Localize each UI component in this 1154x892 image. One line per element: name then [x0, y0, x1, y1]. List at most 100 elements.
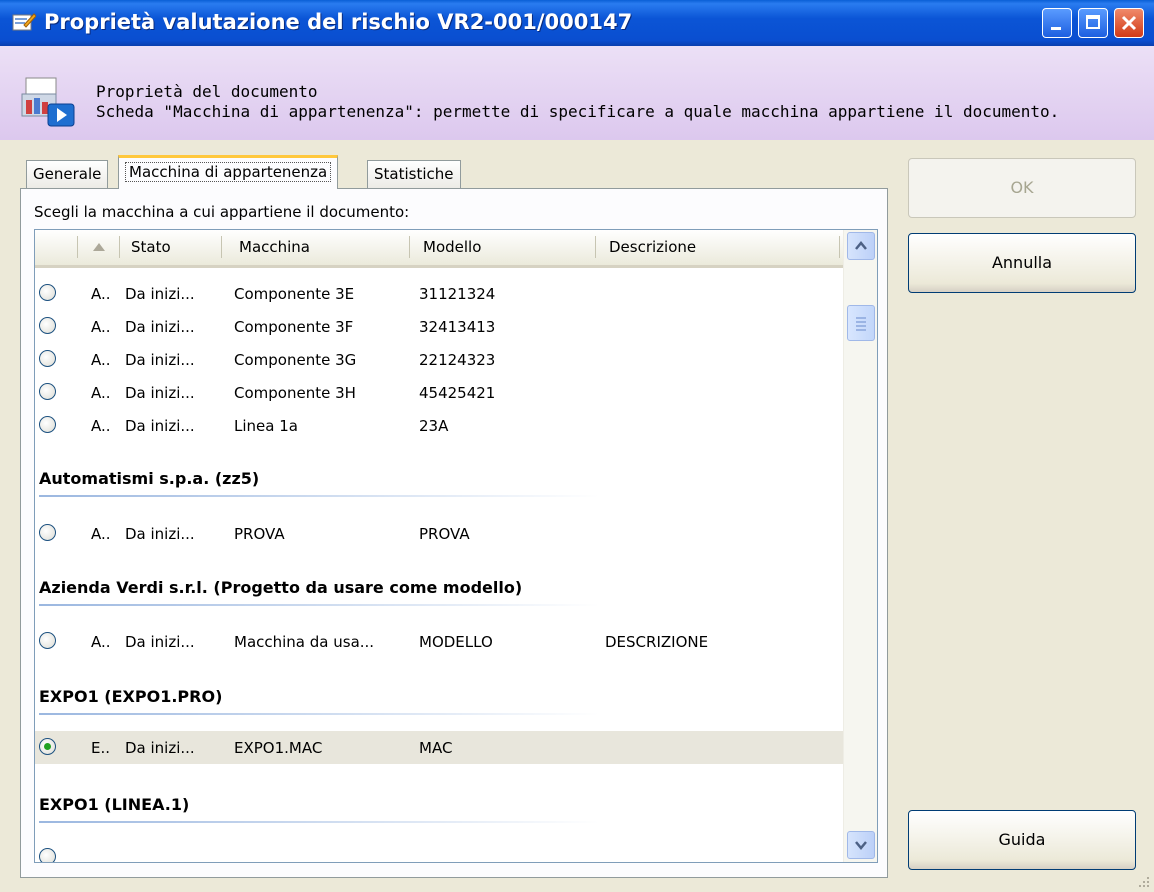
row-stato: Da inizi... [125, 318, 195, 336]
window-title: Proprietà valutazione del rischio VR2-00… [44, 10, 633, 34]
header-band: Proprietà del documento Scheda "Macchina… [0, 46, 1154, 140]
radio-button[interactable] [39, 524, 56, 541]
scroll-thumb[interactable] [847, 305, 875, 341]
tab-statistiche[interactable]: Statistiche [367, 160, 461, 188]
sort-ascending-icon[interactable] [93, 243, 105, 251]
ok-button[interactable]: OK [908, 158, 1136, 218]
row-stato: Da inizi... [125, 351, 195, 369]
row-modello: PROVA [419, 525, 470, 543]
help-button-label: Guida [998, 830, 1046, 849]
tab-generale[interactable]: Generale [26, 160, 109, 188]
row-modello: MODELLO [419, 633, 493, 651]
chevron-up-icon [855, 241, 867, 250]
list-item-selected[interactable]: E.. Da inizi... EXPO1.MAC MAC [35, 731, 843, 764]
row-stato: Da inizi... [125, 525, 195, 543]
list-group-header[interactable]: Automatismi s.p.a. (zz5) [35, 459, 843, 499]
list-group-header[interactable]: EXPO1 (LINEA.1) [35, 785, 843, 825]
radio-button[interactable] [39, 317, 56, 334]
machine-list[interactable]: Stato Macchina Modello Descrizione A.. D… [34, 229, 878, 863]
list-item[interactable]: A.. Da inizi... Linea 1a 23A [35, 409, 843, 442]
list-group-header[interactable]: Azienda Verdi s.r.l. (Progetto da usare … [35, 568, 843, 608]
column-header-macchina[interactable]: Macchina [239, 230, 310, 264]
column-separator [77, 236, 78, 258]
column-separator [595, 236, 596, 258]
group-title: Azienda Verdi s.r.l. (Progetto da usare … [39, 578, 523, 597]
maximize-button[interactable] [1078, 8, 1108, 38]
header-title: Proprietà del documento [96, 82, 318, 101]
vertical-scrollbar[interactable] [843, 230, 877, 862]
radio-button[interactable] [39, 284, 56, 301]
list-item[interactable]: A.. Da inizi... Componente 3G 22124323 [35, 343, 843, 376]
column-separator [409, 236, 410, 258]
row-macchina: Linea 1a [234, 417, 298, 435]
instruction-label: Scegli la macchina a cui appartiene il d… [34, 203, 410, 221]
close-button[interactable] [1114, 8, 1144, 38]
list-item[interactable]: A.. Da inizi... Componente 3F 32413413 [35, 310, 843, 343]
column-separator [119, 236, 120, 258]
document-properties-icon [21, 77, 75, 127]
row-modello: 31121324 [419, 285, 496, 303]
header-description: Scheda "Macchina di appartenenza": perme… [96, 102, 1060, 121]
row-code: E.. [91, 739, 111, 757]
row-code: A.. [91, 417, 111, 435]
resize-grip-icon[interactable] [1138, 876, 1150, 888]
column-header-modello[interactable]: Modello [423, 230, 481, 264]
row-stato: Da inizi... [125, 633, 195, 651]
close-icon [1121, 15, 1137, 31]
column-header-stato[interactable]: Stato [131, 230, 171, 264]
ok-button-label: OK [1010, 178, 1034, 197]
list-item[interactable]: A.. Da inizi... Componente 3H 45425421 [35, 376, 843, 409]
radio-button[interactable] [39, 383, 56, 400]
scroll-down-button[interactable] [847, 831, 875, 859]
list-item[interactable]: A.. Da inizi... Componente 3E 31121324 [35, 277, 843, 310]
list-header: Stato Macchina Modello Descrizione [35, 230, 843, 268]
column-separator [221, 236, 222, 258]
row-code: A.. [91, 384, 111, 402]
row-code: A.. [91, 351, 111, 369]
list-group-header[interactable]: EXPO1 (EXPO1.PRO) [35, 677, 843, 717]
chevron-down-icon [855, 841, 867, 850]
radio-button[interactable] [39, 416, 56, 433]
group-divider [39, 495, 599, 497]
scroll-up-button[interactable] [847, 232, 875, 260]
row-stato: Da inizi... [125, 384, 195, 402]
cancel-button-label: Annulla [991, 253, 1053, 272]
list-item[interactable]: A.. Da inizi... PROVA PROVA [35, 517, 843, 550]
radio-button-checked[interactable] [39, 738, 56, 755]
list-rows: A.. Da inizi... Componente 3E 31121324 A… [35, 268, 843, 862]
cancel-button[interactable]: Annulla [908, 233, 1136, 293]
row-macchina: Componente 3H [234, 384, 356, 402]
list-item[interactable]: A.. Da inizi... Macchina da usa... MODEL… [35, 625, 843, 658]
group-divider [39, 604, 599, 606]
list-item[interactable] [35, 841, 843, 862]
row-code: A.. [91, 318, 111, 336]
maximize-icon [1086, 15, 1100, 29]
tab-macchina-di-appartenenza[interactable]: Macchina di appartenenza [118, 155, 339, 189]
row-macchina: Componente 3G [234, 351, 357, 369]
row-code: A.. [91, 285, 111, 303]
row-code: A.. [91, 525, 111, 543]
minimize-icon [1051, 27, 1061, 30]
row-macchina: Componente 3F [234, 318, 354, 336]
row-code: A.. [91, 633, 111, 651]
group-divider [39, 821, 599, 823]
row-macchina: Componente 3E [234, 285, 355, 303]
tab-macchina-label: Macchina di appartenenza [125, 162, 332, 182]
help-button[interactable]: Guida [908, 810, 1136, 870]
column-header-descrizione[interactable]: Descrizione [609, 230, 696, 264]
group-divider [39, 713, 599, 715]
radio-button[interactable] [39, 632, 56, 649]
row-macchina: EXPO1.MAC [234, 739, 323, 757]
minimize-button[interactable] [1042, 8, 1072, 38]
radio-button[interactable] [39, 848, 56, 862]
edit-document-icon [12, 13, 36, 31]
row-modello: 23A [419, 417, 449, 435]
row-macchina: Macchina da usa... [234, 633, 375, 651]
row-modello: 32413413 [419, 318, 496, 336]
radio-button[interactable] [39, 350, 56, 367]
row-stato: Da inizi... [125, 739, 195, 757]
row-descrizione: DESCRIZIONE [605, 633, 709, 651]
row-stato: Da inizi... [125, 285, 195, 303]
title-bar[interactable]: Proprietà valutazione del rischio VR2-00… [0, 0, 1154, 46]
tab-generale-label: Generale [33, 165, 102, 183]
